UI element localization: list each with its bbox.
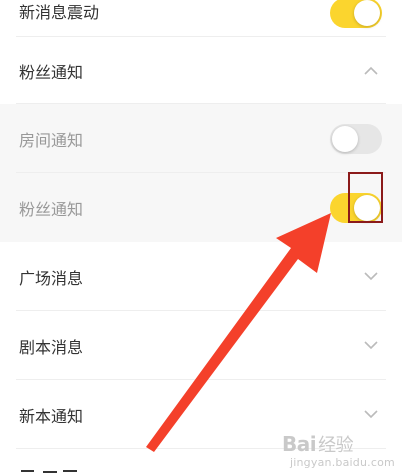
fan-notification-section-header[interactable]: 粉丝通知 xyxy=(0,37,402,104)
square-messages-row[interactable]: 广场消息 xyxy=(0,242,402,311)
script-messages-label: 剧本消息 xyxy=(19,337,84,357)
fan-notification-group: 房间通知 粉丝通知 xyxy=(0,104,402,242)
new-message-vibration-label: 新消息震动 xyxy=(19,3,100,22)
new-script-notification-row[interactable]: 新本通知 xyxy=(0,380,402,449)
room-notification-toggle[interactable] xyxy=(330,123,382,154)
chevron-down-icon xyxy=(364,408,378,422)
fan-notification-row: 粉丝通知 xyxy=(0,173,402,242)
partial-row-fragment xyxy=(19,466,83,476)
toggle-knob xyxy=(332,125,358,152)
new-message-vibration-row: 新消息震动 xyxy=(0,0,402,37)
new-script-notification-label: 新本通知 xyxy=(19,406,84,426)
toggle-knob xyxy=(354,0,380,26)
room-notification-label: 房间通知 xyxy=(19,130,84,150)
fan-notification-toggle[interactable] xyxy=(330,192,382,223)
fan-notification-section-label: 粉丝通知 xyxy=(19,62,84,82)
room-notification-row: 房间通知 xyxy=(0,104,402,173)
fan-notification-label: 粉丝通知 xyxy=(19,199,84,219)
chevron-down-icon xyxy=(364,270,378,284)
new-message-vibration-toggle[interactable] xyxy=(330,0,382,28)
script-messages-row[interactable]: 剧本消息 xyxy=(0,311,402,380)
chevron-up-icon xyxy=(364,64,378,78)
chevron-down-icon xyxy=(364,339,378,353)
square-messages-label: 广场消息 xyxy=(19,268,84,288)
watermark-url: jingyan.baidu.com xyxy=(290,456,395,469)
toggle-knob xyxy=(354,194,380,221)
